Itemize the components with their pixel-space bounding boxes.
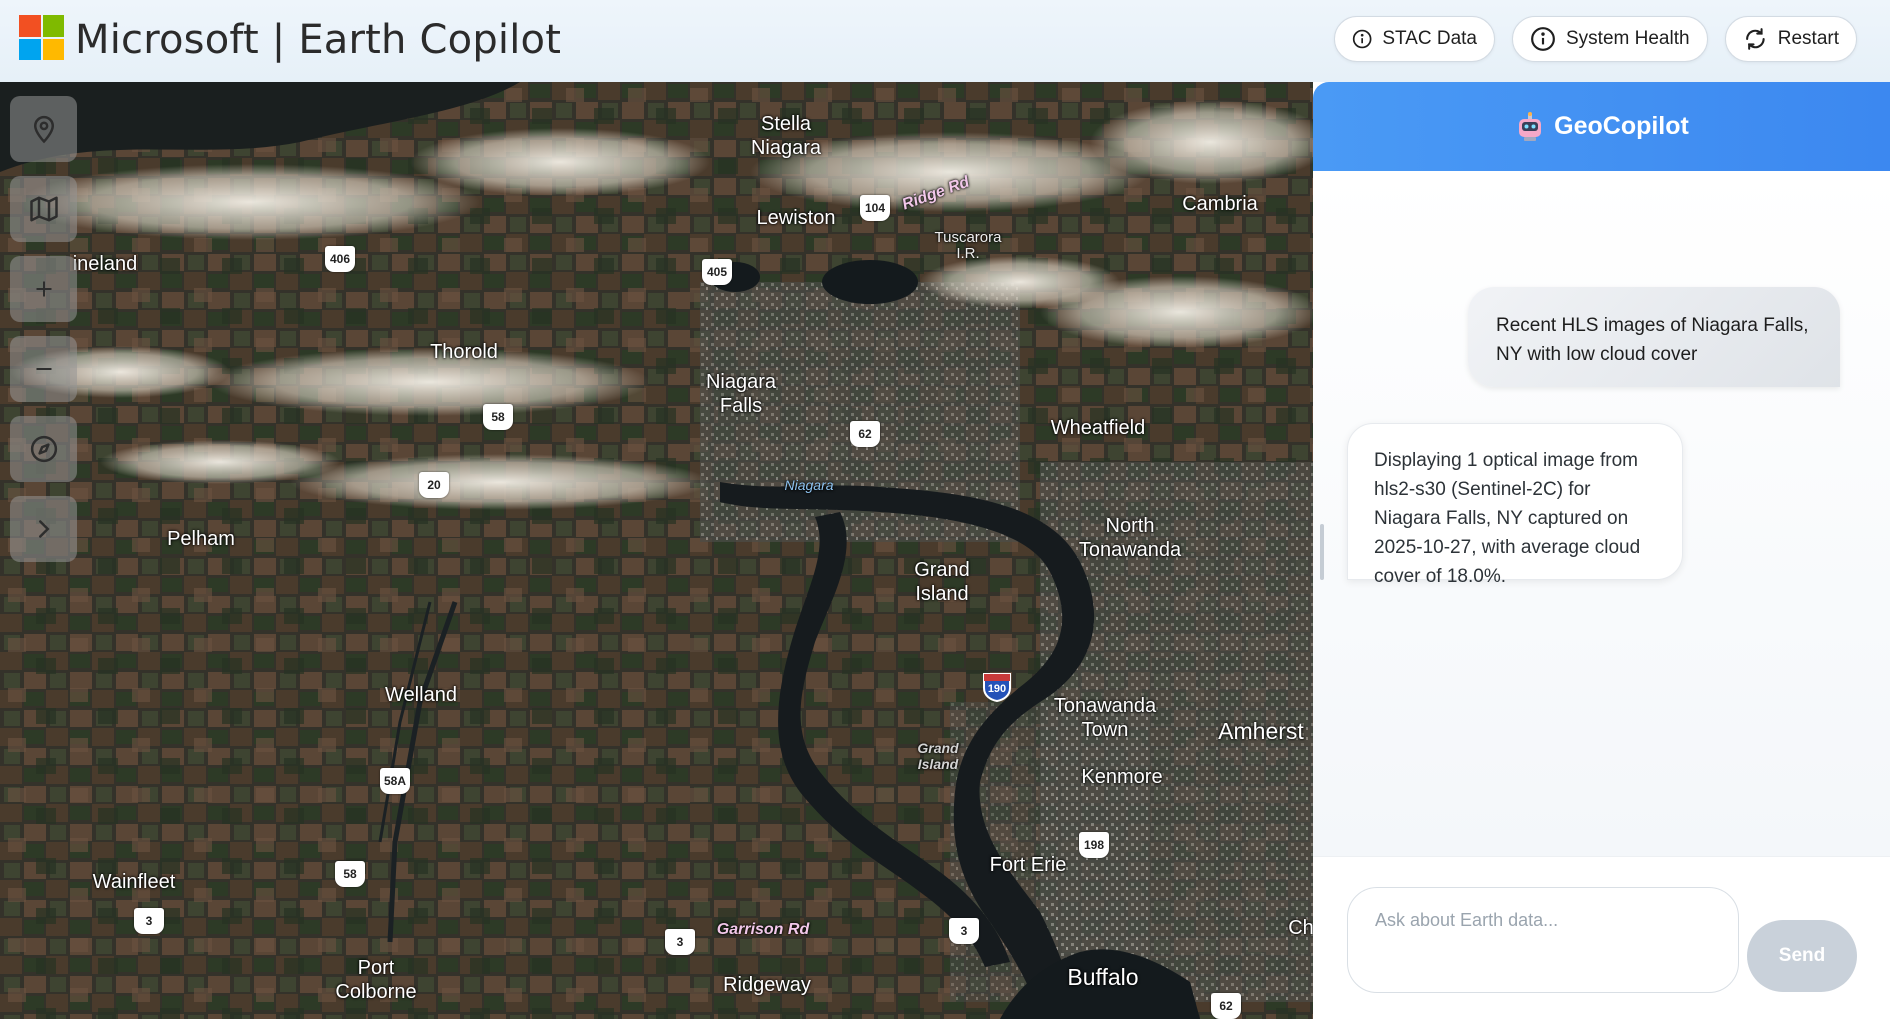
app-header: Microsoft | Earth Copilot STAC Data Syst… (0, 0, 1890, 82)
route-shield: 405 (702, 259, 732, 285)
zoom-in-icon (36, 281, 51, 297)
place-label-thorold: Thorold (430, 341, 498, 363)
place-label-kenmore: Kenmore (1081, 766, 1163, 788)
stac-data-label: STAC Data (1382, 28, 1477, 49)
route-shield: 58 (335, 861, 365, 887)
chevron-right-icon (38, 520, 50, 538)
route-shield: 3 (949, 918, 979, 944)
place-label-cambria: Cambria (1182, 193, 1258, 215)
place-label-fort-erie: Fort Erie (989, 854, 1067, 876)
route-shield: 3 (134, 908, 164, 934)
compass-icon (30, 435, 57, 463)
map-layers-button[interactable] (10, 176, 77, 242)
route-shield: 104 (860, 195, 890, 221)
place-label-tuscarora: Tuscarora I.R. (934, 229, 1002, 262)
place-label-niagara-falls: Niagara Falls (705, 371, 777, 417)
interstate-shield: 190 (981, 672, 1013, 703)
route-shield: 62 (850, 421, 880, 447)
restart-label: Restart (1777, 28, 1839, 49)
interstate-number: 190 (987, 683, 1007, 695)
route-shield: 62 (1211, 993, 1241, 1019)
chat-input[interactable] (1347, 887, 1739, 993)
microsoft-logo-icon (19, 15, 64, 60)
place-label-wheatfield: Wheatfield (1050, 417, 1146, 439)
chat-panel: GeoCopilot Recent HLS images of Niagara … (1313, 82, 1890, 1019)
user-message: Recent HLS images of Niagara Falls, NY w… (1468, 287, 1840, 387)
zoom-out-icon (36, 368, 51, 370)
place-label-vineland: ineland (72, 253, 138, 275)
route-shield: 3 (665, 929, 695, 955)
compass-button[interactable] (10, 416, 77, 482)
route-shield: 58 (483, 404, 513, 430)
zoom-in-button[interactable] (10, 256, 77, 322)
info-icon (1531, 27, 1555, 51)
expand-panel-button[interactable] (10, 496, 77, 562)
place-label-ridgeway: Ridgeway (723, 974, 811, 996)
chat-input-area: Send (1313, 856, 1890, 1019)
send-button[interactable]: Send (1747, 920, 1857, 992)
route-shield: 406 (325, 246, 355, 272)
location-pin-button[interactable] (10, 96, 77, 162)
robot-icon (1519, 111, 1542, 141)
place-label-tonawanda-town: Tonawanda Town (1053, 695, 1157, 741)
satellite-map[interactable]: Stella Niagara Lewiston Ridge Rd Tuscaro… (0, 82, 1313, 1019)
place-label-lewiston: Lewiston (756, 207, 836, 229)
route-shield: 198 (1079, 832, 1109, 858)
app-title: Microsoft | Earth Copilot (75, 17, 562, 63)
system-health-label: System Health (1566, 28, 1690, 49)
map-toolbar (10, 96, 77, 576)
chat-title: GeoCopilot (1554, 112, 1689, 140)
place-label-stella-niagara: Stella Niagara (750, 113, 822, 159)
road-label-garrison-rd: Garrison Rd (716, 921, 810, 938)
place-label-welland: Welland (385, 684, 457, 706)
place-label-amherst: Amherst (1218, 718, 1304, 744)
place-label-buffalo: Buffalo (1067, 964, 1139, 990)
system-health-button[interactable]: System Health (1512, 16, 1708, 62)
place-label-port-colborne: Port Colborne (335, 957, 417, 1003)
map-icon (29, 196, 58, 222)
river-label-niagara: Niagara (784, 477, 834, 493)
place-label-north-tonawanda: North Tonawanda (1078, 515, 1182, 561)
route-shield: 20 (419, 472, 449, 498)
place-label-wainfleet: Wainfleet (92, 871, 176, 893)
place-label-pelham: Pelham (167, 528, 235, 550)
place-label-grand-island: Grand Island (914, 559, 970, 605)
panel-resize-handle[interactable] (1320, 524, 1324, 580)
info-icon (1352, 29, 1372, 49)
chat-header: GeoCopilot (1313, 82, 1890, 171)
restart-button[interactable]: Restart (1725, 16, 1857, 62)
assistant-message: Displaying 1 optical image from hls2-s30… (1347, 423, 1683, 587)
island-label-grand-island: Grand Island (917, 740, 959, 772)
place-label-ch: Ch (1288, 917, 1313, 939)
location-pin-icon (33, 115, 54, 144)
chat-messages: Recent HLS images of Niagara Falls, NY w… (1313, 171, 1890, 856)
zoom-out-button[interactable] (10, 336, 77, 402)
route-shield: 58A (380, 768, 410, 794)
refresh-icon (1746, 28, 1765, 50)
stac-data-button[interactable]: STAC Data (1334, 16, 1495, 62)
